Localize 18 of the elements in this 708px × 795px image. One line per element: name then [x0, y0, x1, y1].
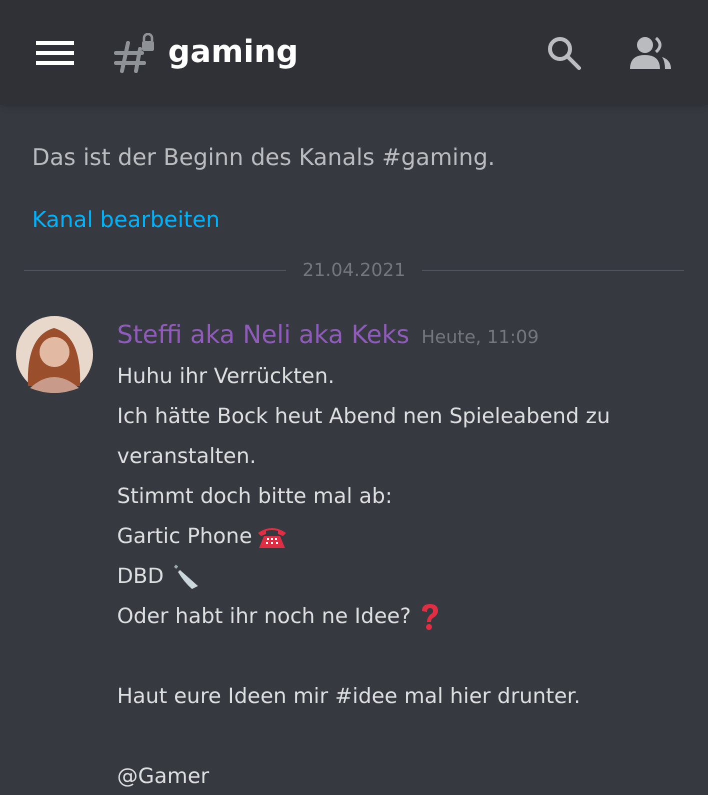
message-line: Oder habt ihr noch ne Idee? — [117, 603, 412, 630]
message-line: Haut eure Ideen mir #idee mal hier drunter. — [117, 683, 580, 710]
edit-channel-link[interactable]: Kanal bearbeiten — [32, 204, 220, 236]
search-icon[interactable] — [546, 34, 582, 70]
message-line: Stimmt doch bitte mal ab: — [117, 483, 392, 510]
message-timestamp: Heute, 11:09 — [421, 326, 539, 350]
channel-title: gaming — [168, 33, 298, 72]
date-divider: 21.04.2021 — [302, 258, 406, 282]
message-line: DBD — [117, 563, 164, 590]
message-line: Huhu ihr Verrückten. — [117, 363, 335, 390]
author-name[interactable]: Steffi aka Neli aka Keks — [117, 316, 410, 353]
menu-icon[interactable] — [36, 38, 74, 66]
message-line: @Gamer — [117, 763, 210, 790]
message-line: Gartic Phone — [117, 523, 252, 550]
message-line: Ich hätte Bock heut Abend nen Spieleabend zu — [117, 403, 610, 430]
members-icon[interactable] — [630, 36, 672, 70]
channel-intro-text: Das ist der Beginn des Kanals #gaming. — [32, 144, 496, 173]
message-line: veranstalten. — [117, 443, 256, 470]
